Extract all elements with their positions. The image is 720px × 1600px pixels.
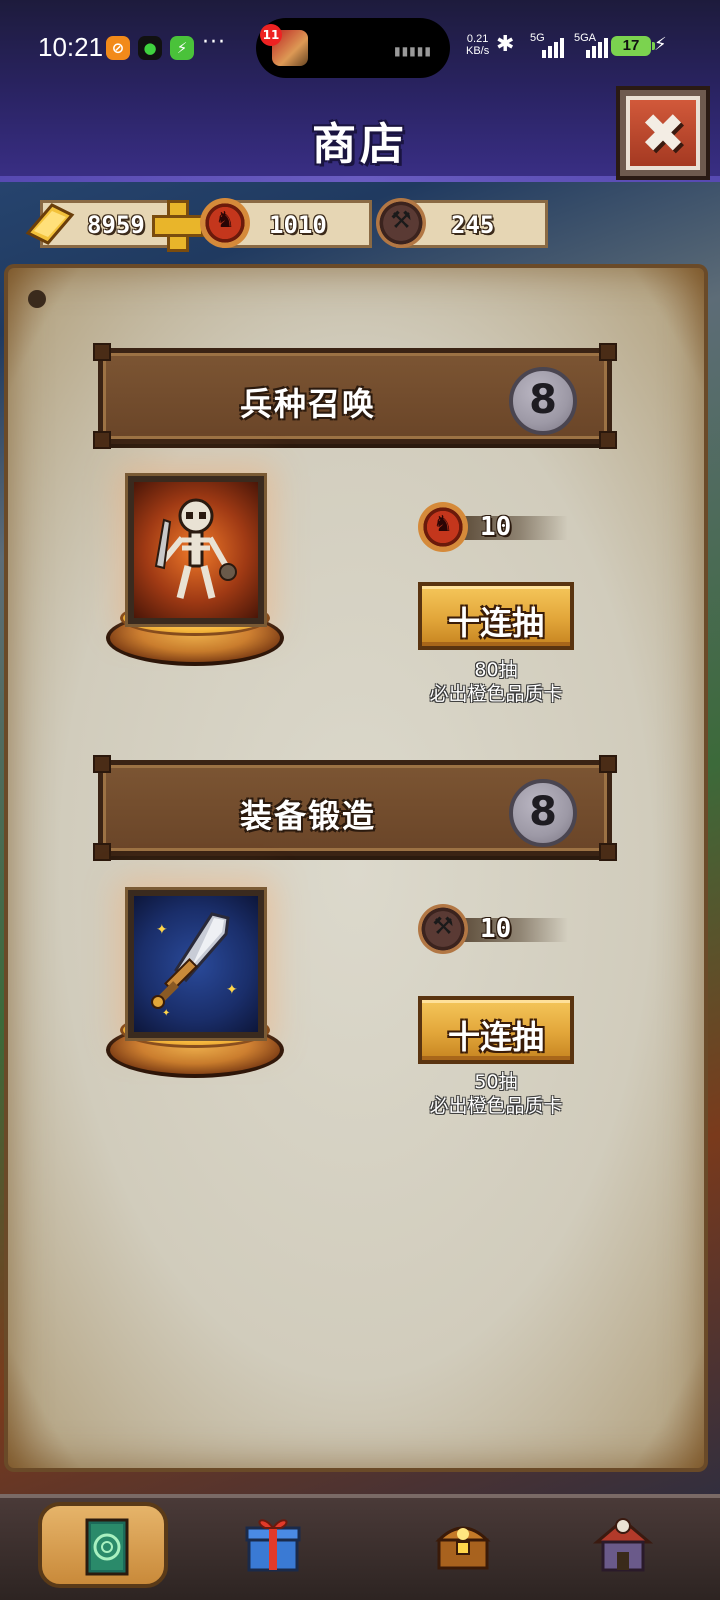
info-icon: 8: [529, 789, 557, 835]
signal-bars-icon: [542, 38, 564, 58]
signal-5g: 5G: [530, 32, 564, 58]
pity-reward: 必出橙色品质卡: [429, 1095, 563, 1117]
pity-count: 80抽: [474, 659, 518, 681]
section-banner-equipment-forge: 装备锻造 8: [93, 755, 617, 861]
charging-bolt-icon: ⚡: [654, 34, 667, 55]
summon-cost: ♞ 10: [418, 502, 578, 552]
wechat-icon: ●: [138, 36, 162, 60]
ten-pull-button-equipment[interactable]: 十连抽: [418, 996, 574, 1064]
signal-5ga: 5GA: [574, 32, 608, 58]
nav-item-cards[interactable]: [38, 1502, 168, 1588]
anvil-coin-icon: ⚒: [376, 198, 426, 248]
demon-coin-icon: ♞: [418, 502, 468, 552]
treasure-chest-icon: [435, 1526, 491, 1570]
nav-item-treasure[interactable]: [398, 1502, 528, 1588]
taobao-icon: ⊘: [106, 36, 130, 60]
gold-bar-icon: [25, 203, 75, 245]
bluetooth-icon: ✱: [496, 32, 515, 57]
section-banner-unit-summon: 兵种召唤 8: [93, 343, 617, 449]
info-icon: 8: [529, 377, 557, 423]
svg-text:✦: ✦: [226, 982, 238, 998]
button-label: 十连抽: [447, 1018, 544, 1056]
pity-reward: 必出橙色品质卡: [429, 683, 563, 705]
add-gold-button[interactable]: [152, 200, 204, 252]
close-icon: ✖: [640, 102, 686, 165]
status-time: 10:21: [38, 32, 104, 62]
ten-pull-button-unit[interactable]: 十连抽: [418, 582, 574, 650]
demon-coin-icon: ♞: [200, 198, 250, 248]
bottom-nav: [0, 1494, 720, 1600]
cost-amount: 10: [480, 914, 512, 944]
svg-text:✦: ✦: [162, 1008, 170, 1019]
audio-wave-icon: ▮▮▮▮▮: [393, 44, 432, 58]
barracks-house-icon: [593, 1518, 653, 1572]
anvil-amount: 245: [451, 211, 495, 239]
forge-cost: ⚒ 10: [418, 904, 578, 954]
svg-text:✦: ✦: [156, 922, 168, 938]
close-button[interactable]: ✖: [616, 86, 710, 180]
skeleton-warrior-icon: [154, 498, 237, 599]
net-speed-unit: KB/s: [466, 45, 490, 57]
pity-note: 50抽 必出橙色品质卡: [396, 1070, 596, 1118]
pity-info-button[interactable]: 8: [509, 367, 577, 435]
sword-icon: ✦ ✦ ✦: [151, 912, 238, 1019]
signal-bars-icon: [586, 38, 608, 58]
gold-amount: 8959: [87, 211, 145, 239]
page-title: 商店: [312, 119, 408, 170]
net-speed-value: 0.21: [466, 33, 489, 45]
gift-box-icon: [245, 1519, 301, 1572]
pity-info-button[interactable]: 8: [509, 779, 577, 847]
button-label: 十连抽: [447, 604, 544, 642]
status-bar: 10:21 ⊘ ● ⚡ ··· 11 ▮▮▮▮▮ 0.21 KB/s ✱ 5G …: [0, 0, 720, 92]
pity-count: 50抽: [474, 1071, 518, 1093]
dynamic-island[interactable]: 11 ▮▮▮▮▮: [256, 18, 450, 78]
pity-note: 80抽 必出橙色品质卡: [396, 658, 596, 706]
nav-item-barracks[interactable]: [558, 1502, 688, 1588]
nav-item-gifts[interactable]: [208, 1502, 338, 1588]
section-title: 兵种召唤: [239, 385, 376, 423]
battery-level: 17: [611, 36, 655, 56]
net-speed: 0.21 KB/s: [466, 33, 489, 57]
section-title: 装备锻造: [239, 797, 376, 835]
card-deck-icon: [85, 1518, 129, 1576]
charge-app-icon: ⚡: [170, 36, 194, 60]
equipment-forge-card[interactable]: ✦ ✦ ✦: [125, 887, 267, 1041]
more-notifications-icon: ···: [202, 30, 226, 55]
anvil-coin-icon: ⚒: [418, 904, 468, 954]
cost-amount: 10: [480, 512, 512, 542]
island-badge: 11: [260, 24, 282, 46]
gem-amount: 1010: [269, 211, 327, 239]
unit-summon-card[interactable]: [125, 473, 267, 627]
